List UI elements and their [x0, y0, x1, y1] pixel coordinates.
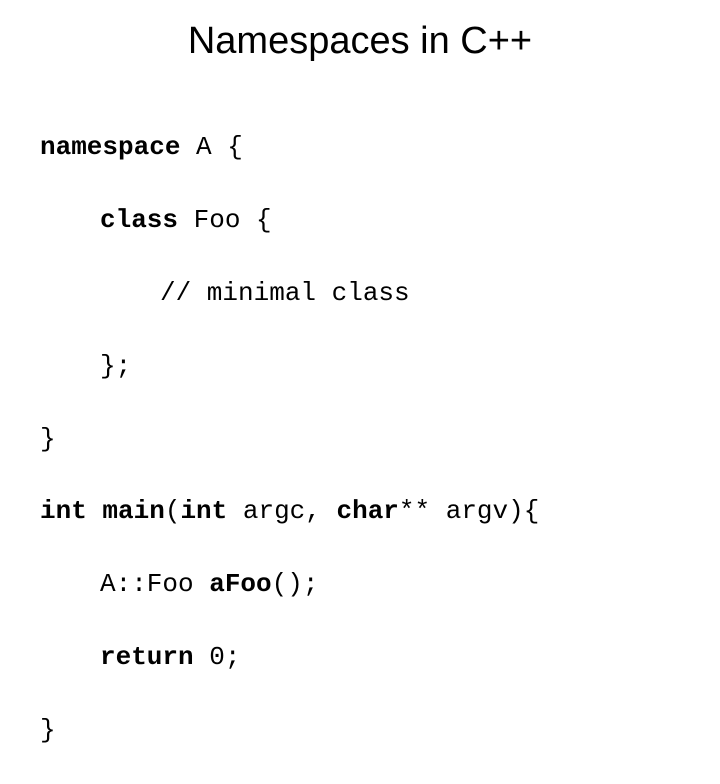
keyword-return: return	[100, 642, 194, 672]
code-text: Foo {	[178, 205, 272, 235]
code-line: // minimal class	[40, 275, 680, 311]
code-line: class Foo {	[40, 202, 680, 238]
keyword-int: int	[40, 496, 87, 526]
keyword-main: main	[102, 496, 164, 526]
code-text: };	[100, 351, 131, 381]
code-line: int main(int argc, char** argv){	[40, 493, 680, 529]
code-text: A {	[180, 132, 242, 162]
code-text: }	[40, 424, 56, 454]
code-text: 0;	[194, 642, 241, 672]
code-line: }	[40, 712, 680, 748]
code-line: return 0;	[40, 639, 680, 675]
keyword-char: char	[336, 496, 398, 526]
code-text: ();	[272, 569, 319, 599]
code-line: namespace A {	[40, 129, 680, 165]
code-text: (	[165, 496, 181, 526]
code-text: A::Foo	[100, 569, 209, 599]
identifier-afoo: aFoo	[209, 569, 271, 599]
code-text: }	[40, 715, 56, 745]
code-line: A::Foo aFoo();	[40, 566, 680, 602]
keyword-int: int	[180, 496, 227, 526]
slide-title: Namespaces in C++	[40, 20, 680, 63]
keyword-class: class	[100, 205, 178, 235]
code-text: ** argv){	[399, 496, 539, 526]
code-comment: // minimal class	[160, 278, 410, 308]
code-line: };	[40, 348, 680, 384]
code-example: namespace A { class Foo { // minimal cla…	[40, 93, 680, 784]
code-text: argc,	[227, 496, 336, 526]
code-line: }	[40, 421, 680, 457]
keyword-namespace: namespace	[40, 132, 180, 162]
code-text	[87, 496, 103, 526]
